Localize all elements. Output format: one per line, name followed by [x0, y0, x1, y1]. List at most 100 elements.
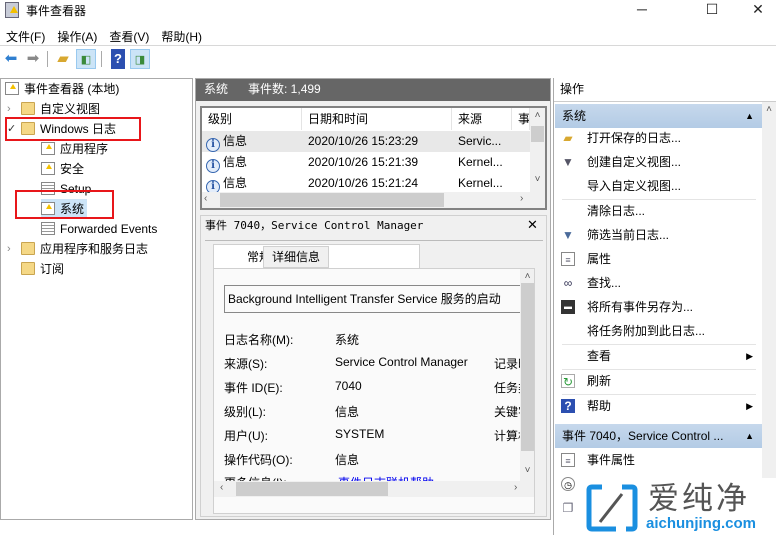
action-properties[interactable]: ≡ 属性 — [554, 247, 761, 271]
action-label: 清除日志... — [587, 204, 646, 218]
console-tree: 事件查看器 (本地) › 自定义视图 ✓ Windows 日志 应用程序 安全 … — [0, 78, 193, 520]
section-header-system[interactable]: 系统 ▲ — [555, 104, 762, 128]
event-description[interactable]: Background Intelligent Transfer Service … — [224, 285, 524, 313]
tab-details[interactable]: 详细信息 — [263, 246, 330, 268]
properties-icon: ≡ — [561, 453, 575, 467]
cell-datetime: 2020/10/26 15:21:24 — [308, 176, 419, 190]
action-event-properties[interactable]: ≡ 事件属性 — [554, 448, 761, 472]
binoculars-icon: ∞ — [563, 276, 573, 290]
tree-log-forwarded[interactable]: Forwarded Events — [41, 219, 157, 239]
info-icon: i — [206, 159, 220, 173]
highlight-box — [15, 190, 114, 219]
action-view[interactable]: 查看 ▶ — [554, 344, 761, 368]
tree-custom-views[interactable]: 自定义视图 — [21, 99, 100, 119]
filter-star-icon: ▼ — [562, 155, 574, 169]
field-value: SYSTEM — [335, 427, 385, 441]
action-filter-log[interactable]: ▼ 筛选当前日志... — [554, 223, 761, 247]
action-find[interactable]: ∞ 查找... — [554, 271, 761, 295]
column-level[interactable]: 级别 — [202, 108, 302, 130]
cell-source: Kernel... — [458, 176, 503, 190]
menu-help[interactable]: 帮助(H) — [155, 24, 208, 45]
tree-label: 应用程序 — [60, 142, 109, 156]
submenu-arrow-icon: ▶ — [746, 351, 753, 361]
event-detail-pane: 事件 7040，Service Control Manager ✕ 常规 详细信… — [200, 215, 547, 517]
show-hide-action-pane-icon[interactable]: ◨ — [130, 49, 150, 69]
collapse-arrow-icon[interactable]: ▲ — [745, 104, 754, 128]
expand-chevron-icon[interactable]: › — [7, 99, 11, 119]
tree-subscriptions[interactable]: 订阅 — [21, 259, 64, 279]
watermark-site: aichunjing.com — [646, 515, 757, 532]
log-icon — [41, 142, 55, 155]
actions-pane: 操作 系统 ▲ ▰ 打开保存的日志... ▼ 创建自定义视图... 导入自定义视图..… — [553, 78, 776, 535]
action-label: 将所有事件另存为... — [587, 300, 694, 314]
cell-datetime: 2020/10/26 15:23:29 — [308, 134, 419, 148]
column-source[interactable]: 来源 — [452, 108, 512, 130]
window-title: 事件查看器 — [26, 4, 87, 18]
action-label: 打开保存的日志... — [587, 131, 682, 145]
tree-root[interactable]: 事件查看器 (本地) — [5, 79, 119, 99]
action-import-custom-view[interactable]: 导入自定义视图... — [554, 174, 761, 198]
tree-app-service-logs[interactable]: 应用程序和服务日志 — [21, 239, 148, 259]
log-icon — [41, 222, 55, 235]
table-row[interactable]: i 信息 2020/10/26 15:21:24 Kernel... — [202, 173, 530, 194]
folder-icon — [21, 102, 35, 115]
action-clear-log[interactable]: 清除日志... — [554, 199, 761, 223]
field-label: 操作代码(O): — [224, 453, 293, 467]
tree-log-application[interactable]: 应用程序 — [41, 139, 108, 159]
forward-arrow-icon[interactable]: ➡ — [23, 49, 43, 69]
field-label: 级别(L): — [224, 405, 267, 419]
horizontal-scrollbar[interactable]: ‹ › — [214, 481, 534, 497]
table-row[interactable]: i 信息 2020/10/26 15:23:29 Servic... — [202, 131, 530, 152]
action-create-custom-view[interactable]: ▼ 创建自定义视图... — [554, 150, 761, 174]
menu-file[interactable]: 文件(F) — [0, 24, 51, 45]
cell-datetime: 2020/10/26 15:21:39 — [308, 155, 419, 169]
action-label: 导入自定义视图... — [587, 179, 682, 193]
properties-icon: ≡ — [561, 252, 575, 266]
expand-chevron-icon[interactable]: › — [7, 239, 11, 259]
field-value: Service Control Manager — [335, 355, 468, 369]
vertical-scrollbar[interactable]: ˄ ˅ — [520, 269, 534, 481]
maximize-button[interactable]: ☐ — [692, 0, 732, 20]
pane-header: 系统 事件数: 1,499 — [196, 79, 550, 101]
field-label: 记录时 — [494, 357, 520, 371]
action-open-saved-log[interactable]: ▰ 打开保存的日志... — [554, 126, 761, 150]
event-viewer-icon — [5, 82, 19, 95]
action-save-all-events[interactable]: ▬ 将所有事件另存为... — [554, 295, 761, 319]
horizontal-scrollbar[interactable]: ‹ › — [202, 192, 545, 208]
close-detail-button[interactable]: ✕ — [527, 217, 538, 233]
help-icon[interactable]: ? — [111, 49, 125, 69]
table-row[interactable]: i 信息 2020/10/26 15:21:39 Kernel... — [202, 152, 530, 173]
column-event-id[interactable]: 事 — [512, 108, 530, 130]
tree-log-security[interactable]: 安全 — [41, 159, 84, 179]
menu-action[interactable]: 操作(A) — [51, 24, 103, 45]
action-label: 属性 — [587, 252, 612, 266]
action-help[interactable]: ? 帮助 ▶ — [554, 394, 761, 418]
log-name: 系统 — [204, 82, 229, 96]
tree-label: 订阅 — [40, 262, 65, 276]
section-header-event[interactable]: 事件 7040，Service Control ... ▲ — [555, 424, 762, 448]
folder-up-icon[interactable]: ▰ — [53, 49, 73, 69]
field-value: 信息 — [335, 405, 360, 419]
field-label: 任务类 — [494, 381, 520, 395]
watermark: 爱纯净 aichunjing.com — [584, 482, 776, 535]
menu-view[interactable]: 查看(V) — [103, 24, 155, 45]
cell-level: 信息 — [223, 176, 248, 190]
tree-label: 自定义视图 — [40, 102, 101, 116]
action-refresh[interactable]: ↻ 刷新 — [554, 369, 761, 393]
close-button[interactable]: ✕ — [738, 0, 776, 20]
field-label: 关键字 — [494, 405, 520, 419]
field-label: 事件 ID(E): — [224, 381, 283, 395]
field-label: 计算机 — [494, 429, 520, 443]
clock-task-icon: ◷ — [561, 477, 575, 491]
collapse-arrow-icon[interactable]: ▲ — [745, 424, 754, 448]
show-hide-tree-icon[interactable]: ◧ — [76, 49, 96, 69]
action-attach-task[interactable]: 将任务附加到此日志... — [554, 319, 761, 343]
vertical-scrollbar[interactable]: ˄ — [762, 102, 776, 478]
column-datetime[interactable]: 日期和时间 — [302, 108, 452, 130]
vertical-scrollbar[interactable]: ˄ ˅ — [530, 108, 545, 192]
folder-icon — [21, 242, 35, 255]
back-arrow-icon[interactable]: ⬅ — [1, 49, 21, 69]
cell-source: Kernel... — [458, 155, 503, 169]
minimize-button[interactable]: ─ — [622, 0, 662, 20]
open-folder-icon: ▰ — [563, 131, 573, 145]
